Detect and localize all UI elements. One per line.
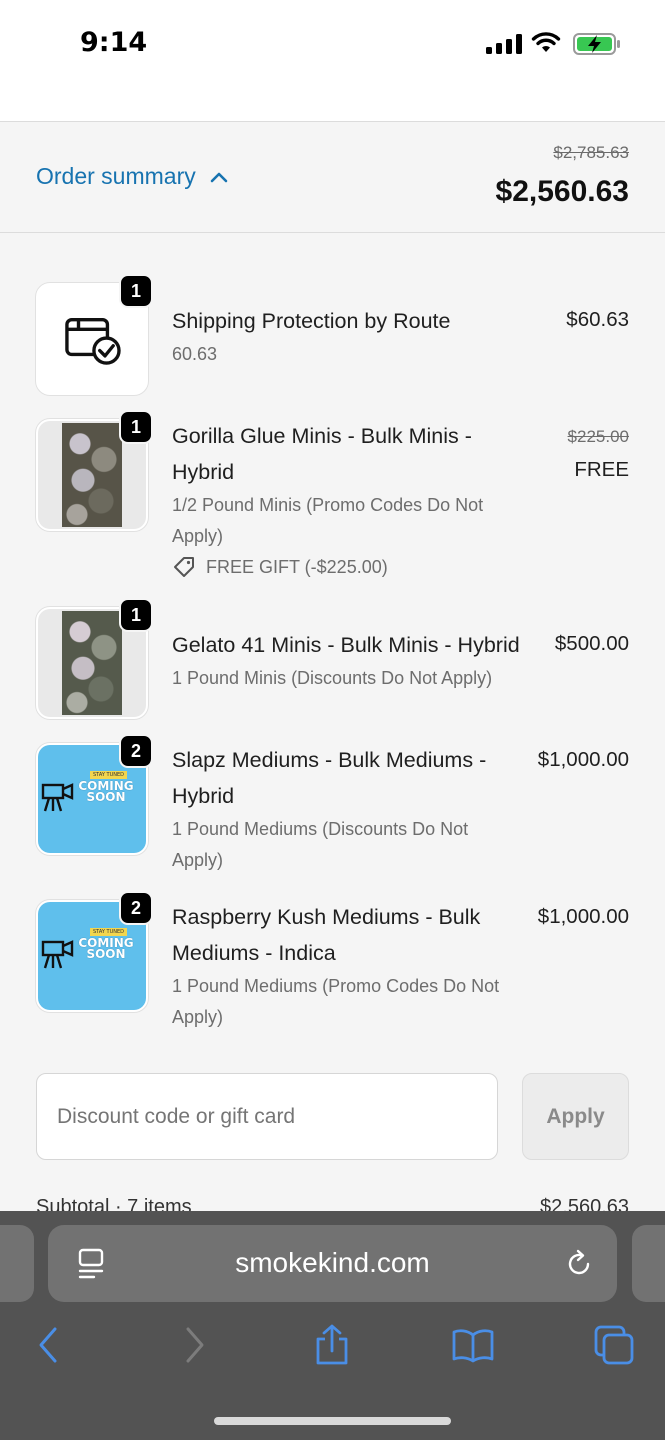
item-subtitle: 1 Pound Mediums (Discounts Do Not [172, 819, 469, 839]
original-total: $2,785.63 [553, 143, 629, 162]
apply-button[interactable]: Apply [522, 1073, 629, 1160]
previous-tab-edge[interactable] [0, 1225, 34, 1302]
coming-soon-line-2: SOON [86, 947, 126, 961]
item-subtitle-line-2: Apply) [172, 850, 224, 870]
bookmarks-icon[interactable] [451, 1323, 495, 1367]
url-text: smokekind.com [235, 1247, 430, 1278]
item-price: $500.00 [554, 632, 629, 655]
item-original-price: $225.00 [567, 427, 629, 446]
item-title: Gorilla Glue Minis - Bulk Minis - [172, 424, 472, 448]
cellular-signal-icon [486, 34, 522, 54]
quantity-badge: 2 [119, 891, 153, 925]
chevron-up-icon [210, 172, 228, 182]
item-subtitle-line-2: Apply) [172, 526, 224, 546]
item-subtitle: 1 Pound Mediums (Promo Codes Do Not [172, 976, 500, 996]
item-subtitle: 60.63 [172, 344, 218, 364]
quantity-badge: 1 [119, 410, 153, 444]
item-title: Gelato 41 Minis - Bulk Minis - Hybrid [172, 633, 520, 657]
item-price: $1,000.00 [537, 905, 629, 928]
movie-camera-icon [41, 783, 74, 812]
item-title: Slapz Mediums - Bulk Mediums - [172, 748, 487, 772]
item-price: FREE [574, 458, 629, 481]
wifi-icon [531, 32, 561, 52]
forward-icon[interactable] [172, 1323, 216, 1367]
item-subtitle-line-2: Apply) [172, 1007, 224, 1027]
order-summary-bar: Order summary $2,785.63 $2,560.63 [0, 123, 665, 233]
movie-camera-icon [41, 940, 74, 969]
quantity-badge: 1 [119, 598, 153, 632]
home-indicator [214, 1417, 451, 1425]
item-title-line-2: Hybrid [172, 460, 235, 484]
order-summary-label: Order summary [36, 163, 196, 189]
coming-soon-text: COMING SOON [78, 937, 134, 961]
item-title: Shipping Protection by Route [172, 309, 451, 333]
back-icon[interactable] [27, 1323, 71, 1367]
item-subtitle: 1 Pound Minis (Discounts Do Not Apply) [172, 668, 493, 688]
battery-charging-icon [573, 33, 620, 55]
browser-toolbar: smokekind.com [0, 1211, 665, 1440]
status-bar: 9:14 [0, 0, 665, 122]
coming-soon-text: COMING SOON [78, 780, 134, 804]
discount-line: FREE GIFT (-$225.00) [172, 555, 388, 579]
order-total: $2,560.63 [495, 175, 629, 208]
status-time: 9:14 [80, 27, 148, 58]
discount-code-input[interactable] [36, 1073, 498, 1160]
order-summary-toggle[interactable]: Order summary [36, 163, 228, 190]
next-tab-edge[interactable] [632, 1225, 665, 1302]
coming-soon-tag: STAY TUNED [90, 771, 127, 779]
reload-icon[interactable] [564, 1249, 594, 1279]
coming-soon-line-2: SOON [86, 790, 126, 804]
discount-text: FREE GIFT (-$225.00) [206, 556, 388, 577]
coming-soon-tag: STAY TUNED [90, 928, 127, 936]
item-title-line-2: Mediums - Indica [172, 941, 336, 965]
tag-icon [174, 557, 194, 577]
item-price: $60.63 [566, 308, 629, 331]
quantity-badge: 2 [119, 734, 153, 768]
item-title-line-2: Hybrid [172, 784, 235, 808]
item-subtitle: 1/2 Pound Minis (Promo Codes Do Not [172, 495, 484, 515]
item-title: Raspberry Kush Mediums - Bulk [172, 905, 481, 929]
share-icon[interactable] [310, 1323, 354, 1367]
item-price: $1,000.00 [537, 748, 629, 771]
tabs-icon[interactable] [592, 1323, 636, 1367]
address-bar[interactable]: smokekind.com [48, 1225, 617, 1302]
quantity-badge: 1 [119, 274, 153, 308]
